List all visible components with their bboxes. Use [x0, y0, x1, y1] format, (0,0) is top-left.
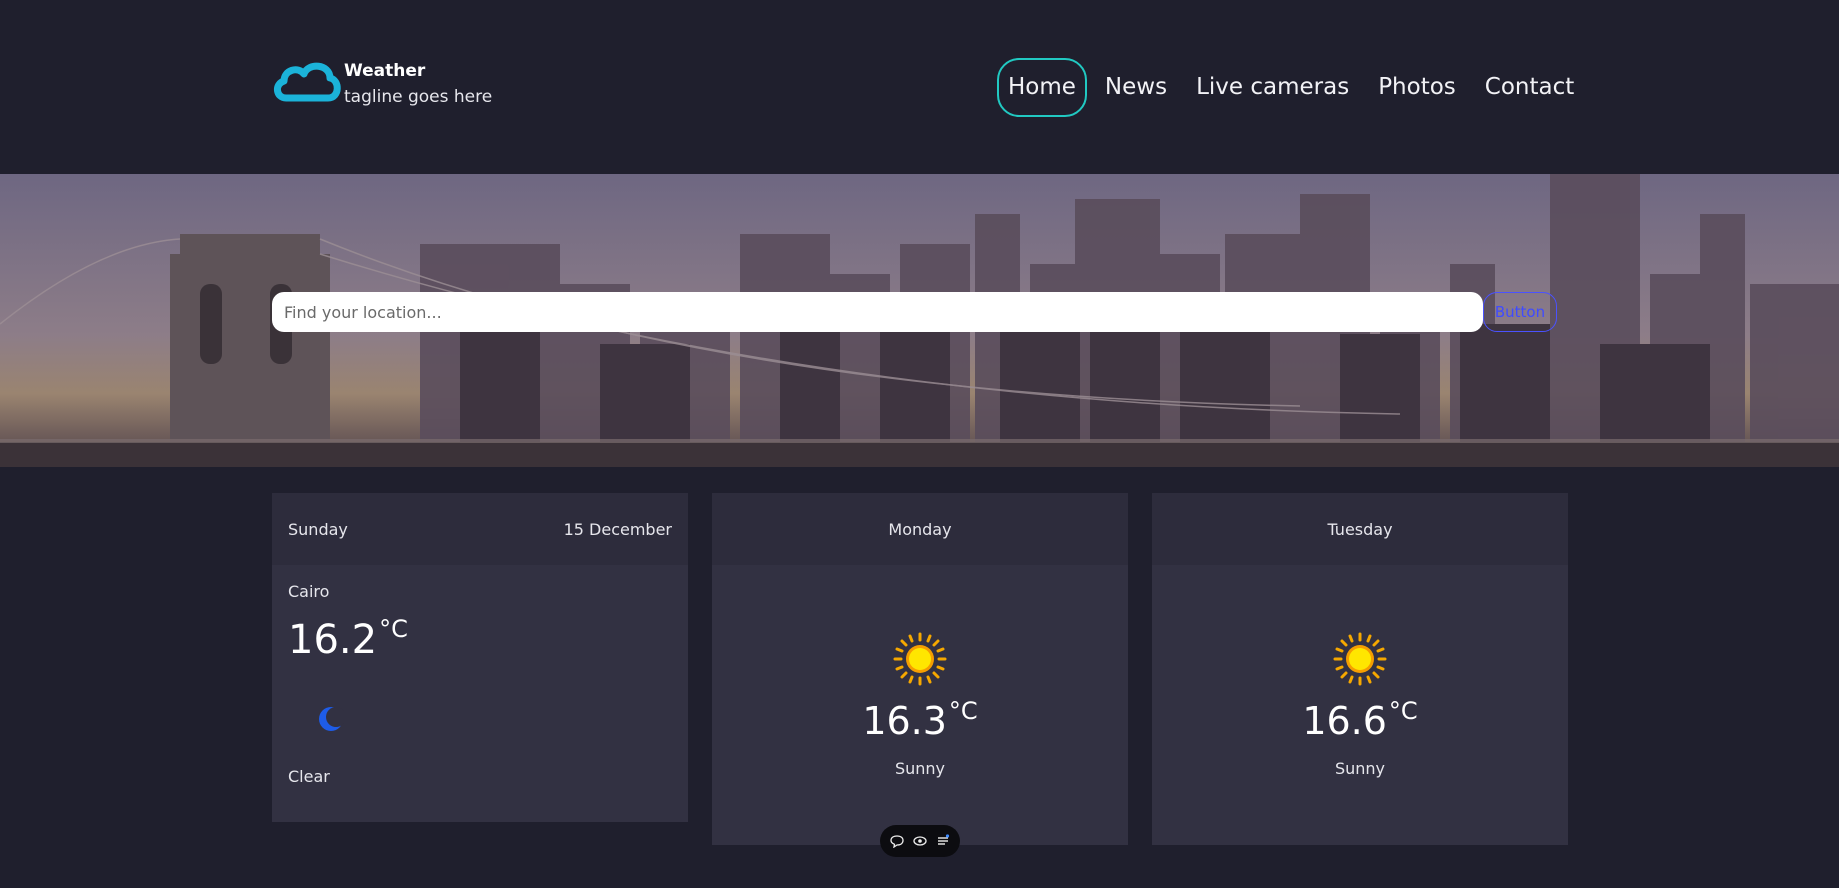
- forecast-condition: Sunny: [1334, 759, 1386, 778]
- forecast-temp-unit: °C: [948, 697, 978, 725]
- site-header: Weather tagline goes here Home News Live…: [0, 0, 1839, 174]
- search-button[interactable]: Button: [1483, 292, 1557, 332]
- today-temp-value: 16.2: [288, 617, 378, 663]
- search-input[interactable]: [272, 292, 1483, 332]
- nav-live-cameras[interactable]: Live cameras: [1185, 58, 1360, 117]
- forecast-day: Monday: [888, 519, 952, 539]
- main-nav: Home News Live cameras Photos Contact: [997, 58, 1592, 117]
- nav-contact[interactable]: Contact: [1474, 58, 1585, 117]
- sun-icon: [1333, 632, 1387, 686]
- floating-toolbar: [880, 825, 960, 857]
- list-icon[interactable]: [935, 833, 951, 849]
- today-day: Sunday: [288, 519, 348, 539]
- forecast-card-header: Tuesday: [1152, 493, 1568, 565]
- nav-home[interactable]: Home: [997, 58, 1087, 117]
- brand-title: Weather: [344, 61, 426, 81]
- today-card: Sunday 15 December Cairo 16.2°C Clear: [272, 493, 688, 822]
- today-condition: Clear: [288, 767, 330, 786]
- eye-icon[interactable]: [912, 833, 928, 849]
- forecast-temperature: 16.3°C: [712, 697, 1128, 743]
- comment-icon[interactable]: [889, 833, 905, 849]
- forecast-condition: Sunny: [894, 759, 946, 778]
- nav-photos[interactable]: Photos: [1367, 58, 1467, 117]
- forecast-temperature: 16.6°C: [1152, 697, 1568, 743]
- forecast-card-header: Monday: [712, 493, 1128, 565]
- brand-tagline: tagline goes here: [344, 87, 493, 107]
- nav-news[interactable]: News: [1094, 58, 1178, 117]
- moon-icon: [319, 707, 344, 731]
- forecast-card: Tuesday 16.6°C Sunny: [1152, 493, 1568, 845]
- cloud-icon: [274, 62, 341, 102]
- forecast-temp-value: 16.6: [1302, 699, 1387, 743]
- forecast-temp-unit: °C: [1388, 697, 1418, 725]
- sun-icon: [893, 632, 947, 686]
- today-city: Cairo: [288, 582, 330, 601]
- today-temperature: 16.2°C: [288, 615, 408, 663]
- forecast-temp-value: 16.3: [862, 699, 947, 743]
- today-date: 15 December: [563, 519, 672, 539]
- hero-banner: Button: [0, 174, 1839, 467]
- forecast-card: Monday 16.3°C Sunny: [712, 493, 1128, 845]
- today-temp-unit: °C: [379, 615, 408, 643]
- today-card-header: Sunday 15 December: [272, 493, 688, 565]
- forecast-day: Tuesday: [1327, 519, 1393, 539]
- logo[interactable]: Weather tagline goes here: [272, 58, 492, 110]
